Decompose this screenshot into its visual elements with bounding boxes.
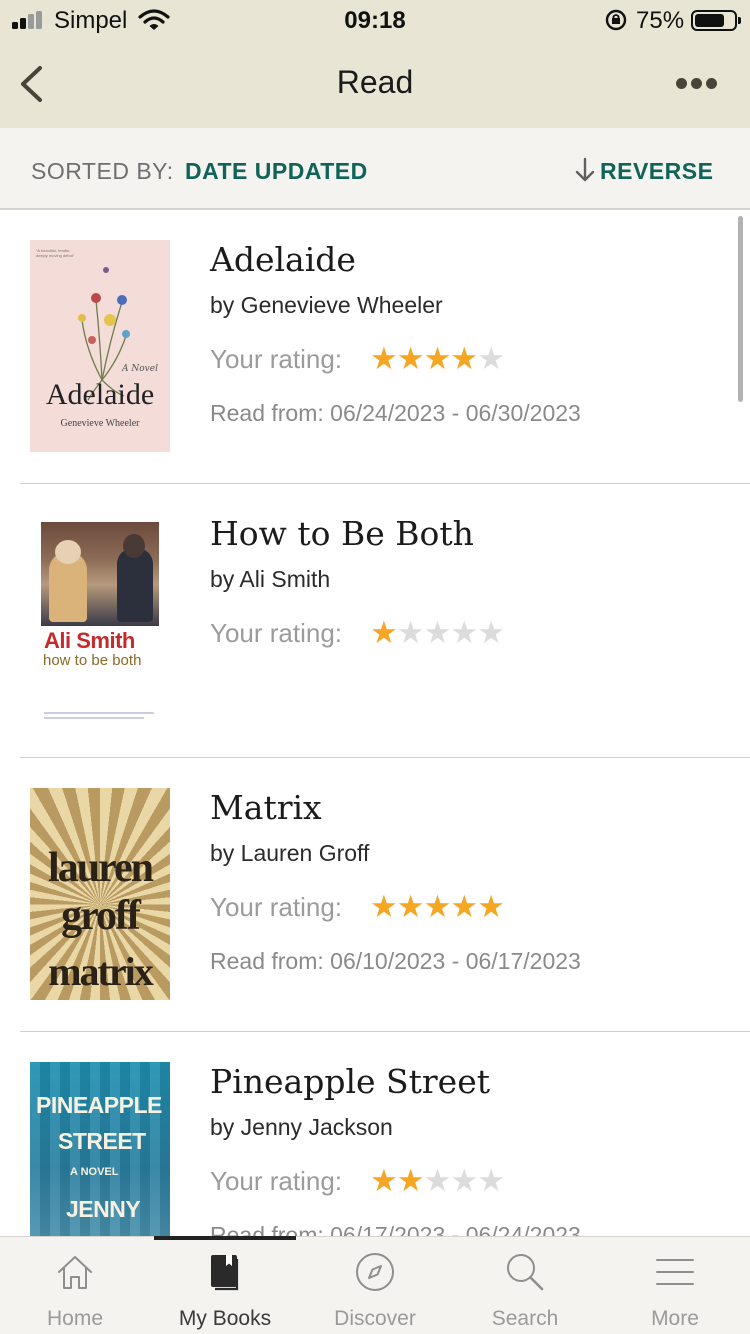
scrollbar[interactable]: [738, 216, 743, 402]
svg-text:deeply moving debut”: deeply moving debut”: [36, 253, 75, 258]
menu-icon: [656, 1259, 694, 1285]
book-title[interactable]: Matrix: [210, 788, 322, 827]
book-row[interactable]: “A beautiful, tender, deeply moving debu…: [0, 210, 750, 484]
read-dates: Read from: 06/17/2023 - 06/24/2023: [210, 1222, 581, 1236]
book-author: by Ali Smith: [210, 566, 331, 592]
tab-home[interactable]: Home: [0, 1237, 150, 1334]
star-filled-icon[interactable]: ★: [370, 615, 398, 650]
book-row[interactable]: PINEAPPLE STREET A NOVEL JENNY Pineapple…: [0, 1032, 750, 1236]
book-cover[interactable]: lauren groff matrix: [30, 788, 170, 1000]
cover-quote: [44, 712, 154, 714]
tab-label: My Books: [178, 1307, 272, 1330]
tab-label: Search: [491, 1307, 559, 1330]
cover-title: matrix: [48, 949, 154, 994]
book-author: by Genevieve Wheeler: [210, 292, 443, 318]
cover-tagline: A NOVEL: [70, 1166, 119, 1178]
search-icon: [507, 1254, 544, 1291]
tab-label: Discover: [334, 1307, 416, 1330]
star-empty-icon[interactable]: ★: [477, 1163, 505, 1198]
status-bar: Simpel 09:18 75%: [0, 0, 750, 40]
star-filled-icon[interactable]: ★: [477, 889, 505, 924]
cover-quote: [44, 717, 144, 719]
star-filled-icon[interactable]: ★: [397, 341, 425, 376]
star-filled-icon[interactable]: ★: [370, 889, 398, 924]
star-filled-icon[interactable]: ★: [424, 341, 452, 376]
more-options-icon[interactable]: [670, 74, 722, 94]
rating-stars[interactable]: ★★★★★: [370, 889, 505, 925]
cover-title-line1: PINEAPPLE: [36, 1092, 162, 1118]
tab-label: Home: [46, 1307, 104, 1330]
cover-author-last: groff: [61, 893, 141, 939]
cover-author: JENNY: [66, 1196, 141, 1222]
book-cover[interactable]: PINEAPPLE STREET A NOVEL JENNY: [30, 1062, 170, 1236]
compass-icon: [356, 1253, 394, 1291]
cover-title-line2: STREET: [58, 1128, 146, 1154]
book-author: by Jenny Jackson: [210, 1114, 393, 1140]
tab-my-books[interactable]: My Books: [150, 1237, 300, 1334]
cover-author-first: lauren: [48, 845, 154, 891]
read-dates: Read from: 06/10/2023 - 06/17/2023: [210, 948, 581, 974]
sorted-by-label: SORTED BY:: [31, 158, 174, 184]
star-empty-icon[interactable]: ★: [397, 615, 425, 650]
book-row[interactable]: lauren groff matrix Matrix by Lauren Gro…: [0, 758, 750, 1032]
battery-percent: 75%: [636, 7, 685, 34]
tab-discover[interactable]: Discover: [300, 1237, 450, 1334]
star-empty-icon[interactable]: ★: [477, 341, 505, 376]
book-author: by Lauren Groff: [210, 840, 370, 866]
cover-title: how to be both: [43, 652, 142, 669]
rating-stars[interactable]: ★★★★★: [370, 615, 505, 651]
rating-stars[interactable]: ★★★★★: [370, 341, 505, 377]
home-icon: [58, 1256, 92, 1289]
book-title[interactable]: How to Be Both: [210, 514, 474, 553]
cover-author: Ali Smith: [44, 628, 135, 653]
navigation-bar: Read: [0, 40, 750, 128]
rating-stars[interactable]: ★★★★★: [370, 1163, 505, 1199]
tab-label: More: [651, 1307, 699, 1330]
book-cover[interactable]: Ali Smith how to be both: [30, 514, 170, 726]
star-filled-icon[interactable]: ★: [397, 889, 425, 924]
battery-icon: [691, 10, 741, 31]
cover-tagline: A Novel: [122, 364, 158, 374]
book-list[interactable]: “A beautiful, tender, deeply moving debu…: [0, 210, 750, 1236]
star-filled-icon[interactable]: ★: [450, 341, 478, 376]
cover-title: Adelaide: [45, 378, 155, 411]
rating-label: Your rating:: [210, 618, 343, 648]
star-filled-icon[interactable]: ★: [450, 889, 478, 924]
star-empty-icon[interactable]: ★: [450, 1163, 478, 1198]
star-empty-icon[interactable]: ★: [424, 1163, 452, 1198]
sort-field-button[interactable]: DATE UPDATED: [185, 158, 368, 185]
book-cover[interactable]: “A beautiful, tender, deeply moving debu…: [30, 240, 170, 452]
book-icon: [211, 1255, 239, 1291]
cover-author: Genevieve Wheeler: [60, 418, 140, 429]
book-row[interactable]: Ali Smith how to be both How to Be Both …: [0, 484, 750, 758]
star-filled-icon[interactable]: ★: [397, 1163, 425, 1198]
star-filled-icon[interactable]: ★: [370, 1163, 398, 1198]
tab-bar: Home My Books Discover Search More: [0, 1236, 750, 1334]
read-dates: Read from: 06/24/2023 - 06/30/2023: [210, 400, 581, 426]
book-title[interactable]: Adelaide: [210, 240, 356, 279]
book-title[interactable]: Pineapple Street: [210, 1062, 490, 1101]
rating-label: Your rating:: [210, 344, 343, 374]
tab-more[interactable]: More: [600, 1237, 750, 1334]
sort-bar: SORTED BY: DATE UPDATED REVERSE: [0, 128, 750, 210]
tab-search[interactable]: Search: [450, 1237, 600, 1334]
star-empty-icon[interactable]: ★: [424, 615, 452, 650]
star-filled-icon[interactable]: ★: [424, 889, 452, 924]
reverse-label: REVERSE: [600, 158, 714, 184]
rating-label: Your rating:: [210, 892, 343, 922]
page-title: Read: [336, 64, 414, 100]
rating-label: Your rating:: [210, 1166, 343, 1196]
star-empty-icon[interactable]: ★: [450, 615, 478, 650]
rotation-lock-icon: [605, 9, 627, 31]
cover-photo: [41, 522, 159, 626]
arrow-down-icon: [575, 157, 595, 182]
star-filled-icon[interactable]: ★: [370, 341, 398, 376]
star-empty-icon[interactable]: ★: [477, 615, 505, 650]
